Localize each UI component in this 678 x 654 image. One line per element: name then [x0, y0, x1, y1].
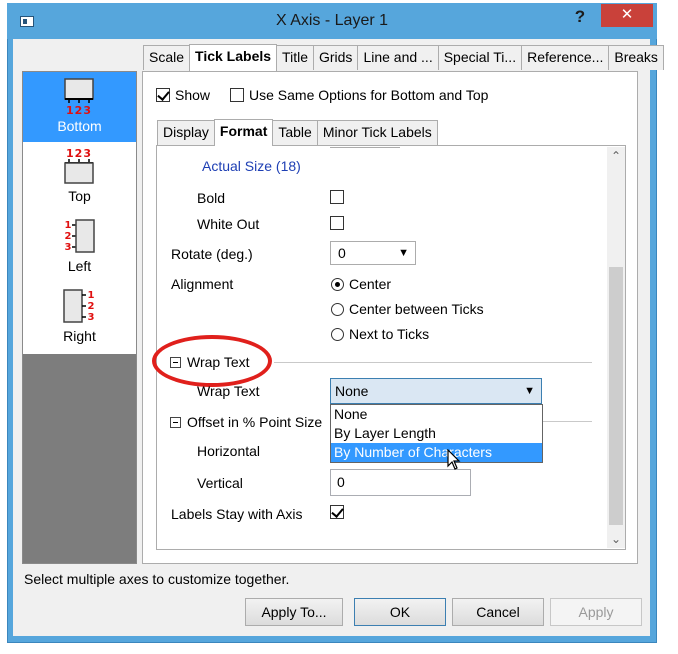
labels-stay-checkbox[interactable] — [330, 505, 344, 519]
alignment-next-to-ticks-label: Next to Ticks — [349, 326, 430, 342]
cancel-button[interactable]: Cancel — [452, 598, 544, 626]
wrap-option-by-layer-length[interactable]: By Layer Length — [331, 424, 542, 443]
horizontal-label: Horizontal — [197, 443, 261, 459]
wrap-text-select[interactable]: None ▼ — [330, 378, 542, 404]
wrap-text-options-list: None By Layer Length By Number of Charac… — [330, 404, 543, 463]
chevron-down-icon: ▼ — [524, 385, 535, 397]
top-axis-icon: 123 — [64, 147, 94, 184]
wrap-option-by-number-of-characters[interactable]: By Number of Characters — [331, 443, 542, 462]
wrap-option-none[interactable]: None — [331, 405, 542, 424]
alignment-center-radio[interactable] — [331, 278, 344, 291]
chevron-down-icon: ▼ — [398, 247, 409, 259]
left-axis-icon: 1 2 3 — [65, 219, 95, 253]
same-options-label: Use Same Options for Bottom and Top — [249, 87, 489, 103]
show-checkbox[interactable] — [156, 88, 170, 102]
annotation-circle — [152, 335, 272, 387]
alignment-between-ticks-label: Center between Ticks — [349, 301, 484, 317]
offset-section-title: Offset in % Point Size — [187, 414, 323, 430]
offset-section-divider — [543, 421, 592, 422]
white-out-checkbox[interactable] — [330, 216, 344, 230]
svg-text:3: 3 — [65, 242, 72, 253]
tab-scale[interactable]: Scale — [143, 45, 191, 70]
format-scrollbar[interactable]: ⌃ ⌄ — [607, 147, 625, 548]
tab-minor-tick-labels[interactable]: Minor Tick Labels — [316, 120, 438, 145]
axis-item-label: Left — [67, 258, 92, 274]
axis-item-right[interactable]: 1 2 3 Right — [23, 282, 136, 352]
axis-list: 123 Bottom 123 Top 1 2 3 Left 1 2 3 Righ… — [22, 71, 137, 564]
svg-text:2: 2 — [88, 301, 95, 312]
svg-text:3: 3 — [88, 312, 95, 323]
wrap-text-value: None — [335, 383, 369, 399]
svg-text:123: 123 — [66, 147, 92, 160]
show-label: Show — [175, 87, 211, 103]
alignment-between-ticks-radio[interactable] — [331, 303, 344, 316]
tab-tick-labels[interactable]: Tick Labels — [189, 44, 278, 71]
axis-item-bottom[interactable]: 123 Bottom — [23, 72, 136, 142]
alignment-center-label: Center — [349, 276, 392, 292]
tab-breaks[interactable]: Breaks — [608, 45, 664, 70]
tab-grids[interactable]: Grids — [312, 45, 359, 70]
rotate-label: Rotate (deg.) — [171, 246, 253, 262]
apply-button[interactable]: Apply — [550, 598, 642, 626]
white-out-label: White Out — [197, 216, 260, 232]
axis-list-items: 123 Bottom 123 Top 1 2 3 Left 1 2 3 Righ… — [23, 72, 136, 354]
axis-item-top[interactable]: 123 Top — [23, 142, 136, 212]
offset-section-header[interactable]: Offset in % Point Size — [170, 414, 322, 430]
axis-item-label: Bottom — [57, 118, 102, 134]
alignment-next-to-ticks-radio[interactable] — [331, 328, 344, 341]
actual-size-link[interactable]: Actual Size (18) — [202, 158, 301, 174]
tab-special-ticks[interactable]: Special Ti... — [437, 45, 523, 70]
title-bar[interactable]: X Axis - Layer 1 ? ✕ — [7, 3, 657, 39]
inner-tab-strip: Display Format Table Minor Tick Labels — [157, 119, 438, 146]
window-title: X Axis - Layer 1 — [275, 12, 389, 29]
tab-reference-lines[interactable]: Reference... — [521, 45, 610, 70]
tab-table[interactable]: Table — [272, 120, 318, 145]
bold-label: Bold — [197, 190, 226, 206]
tab-display[interactable]: Display — [157, 120, 215, 145]
scrolled-edge — [330, 147, 400, 148]
svg-text:1: 1 — [65, 220, 72, 231]
alignment-label: Alignment — [171, 276, 234, 292]
same-options-checkbox[interactable] — [230, 88, 244, 102]
labels-stay-label: Labels Stay with Axis — [171, 506, 303, 522]
close-button[interactable]: ✕ — [601, 4, 653, 27]
scroll-up-icon[interactable]: ⌃ — [607, 147, 625, 165]
bold-checkbox[interactable] — [330, 190, 344, 204]
mouse-pointer-icon — [447, 449, 461, 470]
help-button[interactable]: ? — [568, 7, 592, 29]
main-tab-strip: Scale Tick Labels Title Grids Line and .… — [143, 44, 664, 71]
right-axis-icon: 1 2 3 — [63, 289, 95, 323]
tab-format[interactable]: Format — [213, 119, 274, 146]
tab-title[interactable]: Title — [276, 45, 314, 70]
axis-item-label: Top — [68, 188, 91, 204]
wrap-section-divider — [274, 362, 592, 363]
rotate-value: 0 — [338, 245, 346, 261]
axis-item-left[interactable]: 1 2 3 Left — [23, 212, 136, 282]
svg-text:2: 2 — [65, 231, 72, 242]
rotate-select[interactable]: 0 ▼ — [330, 241, 416, 265]
svg-text:123: 123 — [66, 104, 92, 115]
tab-line-and-ticks[interactable]: Line and ... — [357, 45, 439, 70]
status-text: Select multiple axes to customize togeth… — [24, 571, 290, 587]
svg-text:1: 1 — [88, 290, 95, 301]
bottom-axis-icon: 123 — [64, 78, 94, 115]
vertical-offset-input[interactable]: 0 — [330, 469, 471, 496]
vertical-label: Vertical — [197, 475, 243, 491]
apply-to-button[interactable]: Apply To... — [245, 598, 343, 626]
axis-item-label: Right — [63, 328, 96, 344]
scroll-down-icon[interactable]: ⌄ — [607, 530, 625, 548]
ok-button[interactable]: OK — [354, 598, 446, 626]
scroll-thumb[interactable] — [609, 267, 623, 525]
collapse-icon[interactable] — [170, 416, 181, 428]
wrap-text-label: Wrap Text — [197, 383, 260, 399]
